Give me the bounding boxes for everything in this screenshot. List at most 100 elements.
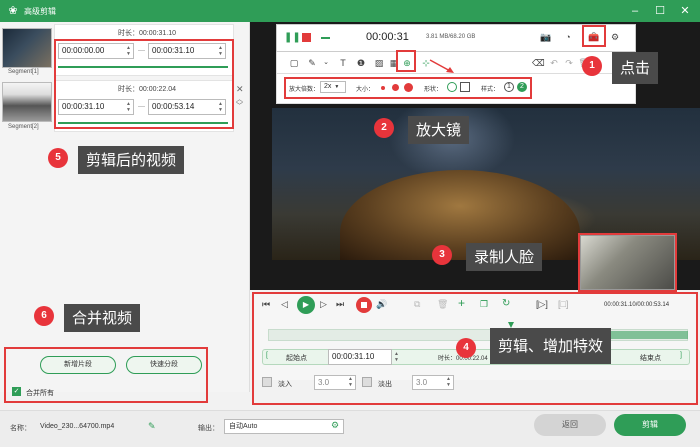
trim-start-icon[interactable]: [▷] <box>536 299 548 310</box>
new-segment-button[interactable]: 新增片段 <box>40 356 116 374</box>
text-icon[interactable]: T <box>337 57 349 69</box>
size-large-option[interactable] <box>404 83 413 92</box>
split-icon[interactable]: ⧉ <box>414 299 420 310</box>
callout-6-label: 合并视频 <box>64 304 141 332</box>
zoom-label: 放大倍数： <box>289 87 320 93</box>
fade-out-label: 淡出 <box>378 381 392 388</box>
callout-2-label: 放大镜 <box>408 116 470 144</box>
callout-1-badge: 1 <box>582 56 602 76</box>
fade-in-label: 淡入 <box>278 381 292 388</box>
trim-end-icon[interactable]: [□] <box>558 299 568 309</box>
start-point-label: 起始点 <box>286 355 307 362</box>
size-label: 大小： <box>356 87 375 93</box>
fade-out-input[interactable]: 3.0 ▲ ▼ <box>412 375 454 390</box>
chevron-down-icon: ▼ <box>334 84 340 90</box>
timer-icon[interactable]: ◔ <box>562 31 574 43</box>
close-icon[interactable]: ✕ <box>676 2 694 20</box>
minimize-icon[interactable]: – <box>626 2 644 20</box>
magnifier-highlight <box>396 50 416 72</box>
callout-3-badge: 3 <box>432 245 452 265</box>
callout-4-badge: 4 <box>456 338 476 358</box>
quick-split-button[interactable]: 快速分段 <box>126 356 202 374</box>
record-time: 00:00:31 <box>366 31 409 43</box>
style-2-option[interactable]: 2 <box>517 82 527 92</box>
spinner-icon[interactable]: ▲ ▼ <box>446 376 451 388</box>
volume-icon[interactable]: 🔊 <box>376 299 387 310</box>
callout-5-badge: 5 <box>48 148 68 168</box>
segments-highlight <box>54 39 234 129</box>
settings-icon[interactable]: ⚙ <box>609 31 621 43</box>
zoom-value: 2x <box>324 83 332 90</box>
image-icon[interactable]: ▨ <box>373 57 385 69</box>
edit-name-icon[interactable]: ✎ <box>148 421 156 432</box>
skip-start-icon[interactable]: ⏮ <box>262 299 270 310</box>
fade-out-value: 3.0 <box>416 378 428 387</box>
callout-6-badge: 6 <box>34 306 54 326</box>
segment-2-thumbnail[interactable] <box>2 82 52 122</box>
play-icon[interactable]: ▶ <box>297 296 315 314</box>
size-medium-option[interactable] <box>392 84 399 91</box>
fade-out-checkbox[interactable] <box>362 377 372 387</box>
name-label: 名称： <box>10 425 31 432</box>
callout-2-badge: 2 <box>374 118 394 138</box>
delete-segment-icon[interactable]: ✕ <box>236 84 244 95</box>
fade-in-input[interactable]: 3.0 ▲ ▼ <box>314 375 356 390</box>
pen-icon[interactable]: ✎ <box>306 57 318 69</box>
cut-button[interactable]: 剪辑 <box>614 414 686 436</box>
zoom-select[interactable]: 2x ▼ <box>320 81 346 93</box>
copy-icon[interactable]: ❐ <box>480 299 488 310</box>
merge-all-checkbox[interactable]: ✓ <box>12 387 21 396</box>
window-title: 高级剪辑 <box>24 7 56 16</box>
step-back-icon[interactable]: ◁ <box>281 299 288 310</box>
start-point-value: 00:00:31.10 <box>332 352 375 361</box>
output-label: 输出： <box>198 425 219 432</box>
shape-square-option[interactable] <box>460 82 470 92</box>
bracket-right-icon: ] <box>680 352 682 359</box>
camera-icon[interactable]: 📷 <box>540 31 552 43</box>
start-point-input[interactable]: 00:00:31.10 <box>328 349 392 365</box>
eraser-icon[interactable]: ⌫ <box>532 57 545 69</box>
shape-circle-option[interactable] <box>447 82 457 92</box>
redo-icon[interactable]: ↷ <box>563 57 575 69</box>
skip-end-icon[interactable]: ⏭ <box>336 299 344 310</box>
merge-all-label: 合并所有 <box>26 390 54 397</box>
spinner-icon[interactable]: ▲ ▼ <box>348 376 353 388</box>
step-forward-icon[interactable]: ▷ <box>320 299 327 310</box>
output-select[interactable]: 自动Auto <box>224 419 344 434</box>
reset-icon[interactable]: ↻ <box>502 298 510 309</box>
callout-5-label: 剪辑后的视频 <box>78 146 185 174</box>
number-icon[interactable]: ❶ <box>355 57 367 69</box>
callout-3-label: 录制人脸 <box>466 243 543 271</box>
callout-1-label: 点击 <box>612 52 659 84</box>
segment-1-label: Segment[1] <box>8 69 39 75</box>
fade-in-checkbox[interactable] <box>262 377 272 387</box>
output-value: 自动Auto <box>229 423 258 430</box>
file-name: Video_230...64700.mp4 <box>40 423 115 430</box>
collapse-icon[interactable] <box>321 37 330 39</box>
style-label: 样式： <box>481 87 500 93</box>
bracket-left-icon: [ <box>266 352 268 359</box>
back-button[interactable]: 返回 <box>534 414 606 436</box>
add-icon[interactable]: + <box>458 296 465 310</box>
style-1-option[interactable]: 1 <box>504 82 514 92</box>
pause-icon[interactable]: ❚❚ <box>284 32 301 43</box>
chevron-down-icon[interactable]: ⌄ <box>320 57 332 69</box>
maximize-icon[interactable]: ☐ <box>651 2 669 20</box>
delete-icon[interactable]: 🗑 <box>437 299 448 310</box>
size-small-option[interactable] <box>381 86 385 90</box>
webcam-highlight <box>578 233 677 292</box>
output-settings-icon[interactable]: ⚙ <box>331 420 339 431</box>
reorder-icon[interactable]: ︿ ﹀ <box>236 96 243 110</box>
end-point-label: 结束点 <box>640 355 661 362</box>
undo-icon[interactable]: ↶ <box>548 57 560 69</box>
callout-4-label: 剪辑、增加特效 <box>490 328 612 364</box>
fade-in-value: 3.0 <box>318 378 330 387</box>
title-bar: ❀ 高级剪辑 – ☐ ✕ <box>0 0 700 22</box>
toolbox-highlight <box>582 25 606 47</box>
rectangle-icon[interactable]: ▢ <box>288 57 300 69</box>
segment-1-duration: 时长：00:00:31.10 <box>118 30 176 37</box>
segment-1-thumbnail[interactable] <box>2 28 52 68</box>
app-logo-icon: ❀ <box>8 5 18 17</box>
stop-icon[interactable] <box>302 33 311 42</box>
spinner-icon[interactable]: ▲ ▼ <box>394 351 399 363</box>
